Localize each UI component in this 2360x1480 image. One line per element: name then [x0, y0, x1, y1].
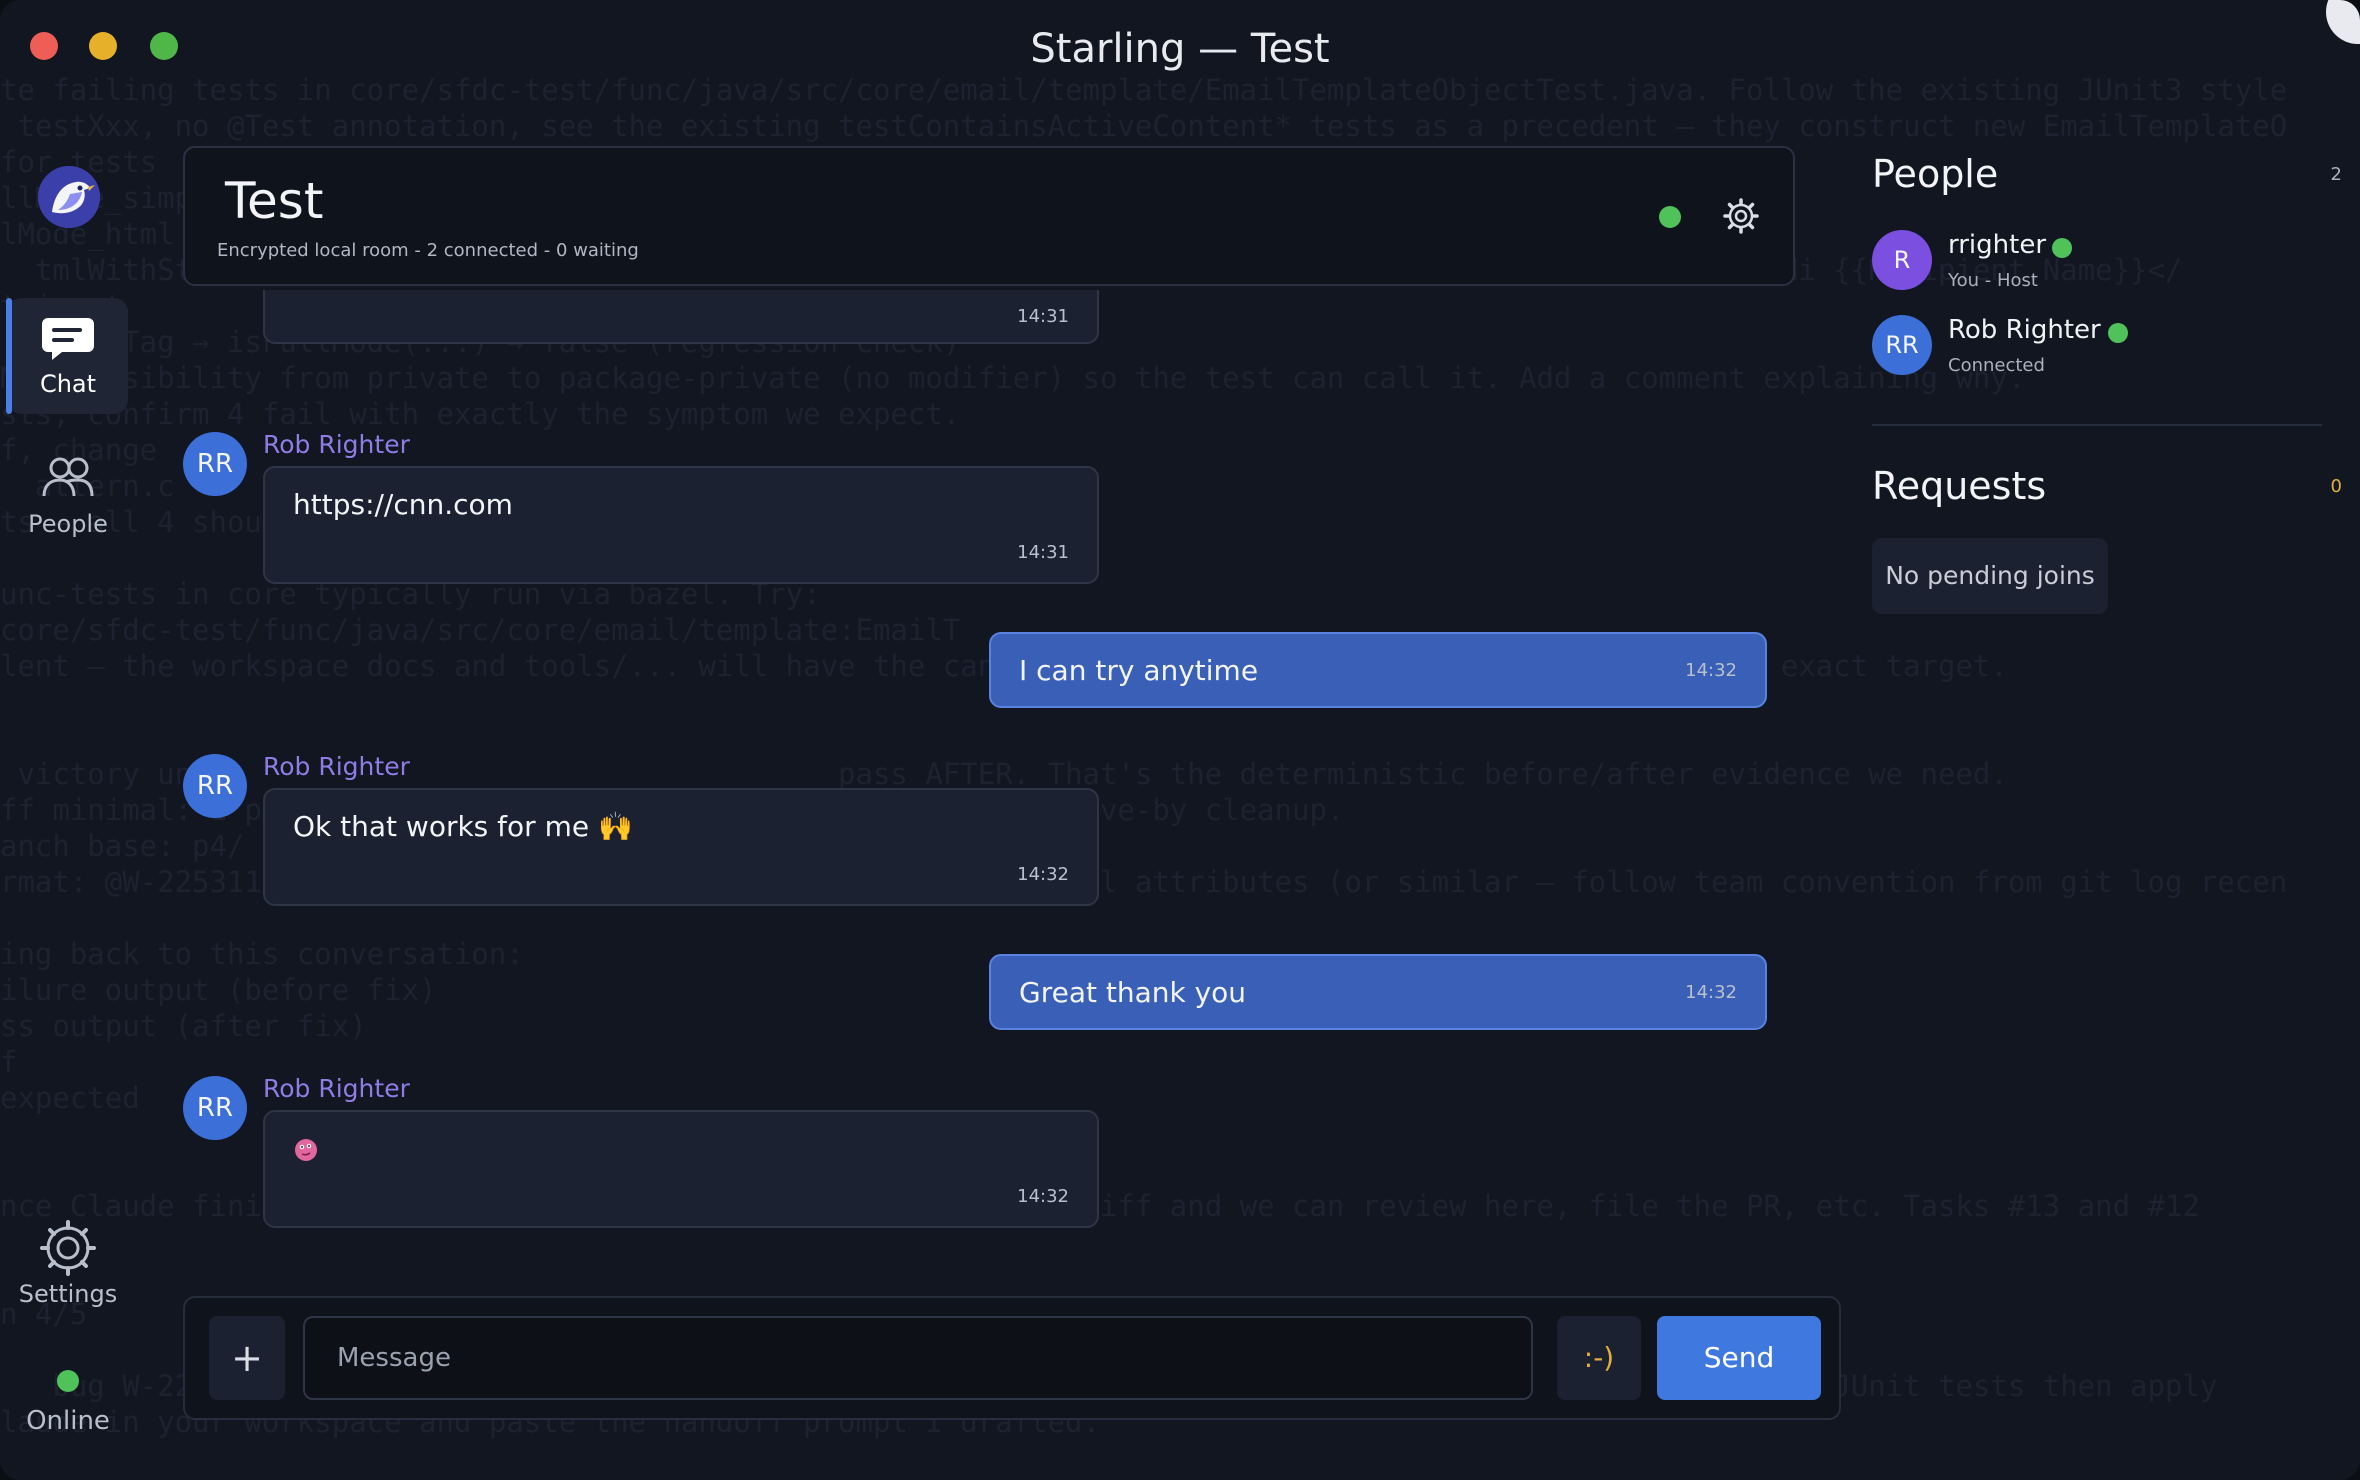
room-title: Test — [225, 172, 324, 230]
nav-chat[interactable]: Chat — [6, 298, 128, 414]
app-window: te failing tests in core/sfdc-test/func/… — [0, 0, 2360, 1480]
people-heading: People — [1872, 152, 1999, 196]
message-time: 14:31 — [1017, 306, 1069, 327]
people-icon — [42, 457, 94, 497]
message-text: I can try anytime — [1019, 654, 1259, 687]
person-name: rrighter — [1948, 230, 2047, 260]
person-row[interactable]: R rrighter You - Host — [1872, 230, 2342, 306]
background-code-line — [0, 1260, 2360, 1296]
no-pending-joins: No pending joins — [1872, 538, 2108, 614]
message-time: 14:31 — [1017, 542, 1069, 563]
background-code-line: testXxx, no @Test annotation, see the ex… — [0, 109, 2288, 143]
gear-icon — [40, 1220, 96, 1276]
message-bubble[interactable]: https://cnn.com 14:31 — [263, 466, 1099, 584]
person-row[interactable]: RR Rob Righter Connected — [1872, 315, 2342, 391]
online-status-dot — [57, 1370, 79, 1392]
requests-count: 0 — [2330, 476, 2342, 497]
room-header: Test Encrypted local room - 2 connected … — [183, 146, 1795, 286]
message-list[interactable]: 14:31 RR Rob Righter https://cnn.com 14:… — [183, 290, 1795, 1240]
sender-avatar[interactable]: RR — [183, 1076, 247, 1140]
person-avatar: R — [1872, 230, 1932, 290]
sender-name[interactable]: Rob Righter — [263, 1074, 410, 1103]
message-time: 14:32 — [1017, 864, 1069, 885]
sender-avatar[interactable]: RR — [183, 754, 247, 818]
message-time: 14:32 — [1017, 1186, 1069, 1207]
message-text: Ok that works for me 🙌 — [293, 810, 633, 843]
message-bubble[interactable]: 14:32 — [263, 1110, 1099, 1228]
chat-icon — [42, 318, 94, 360]
person-name: Rob Righter — [1948, 315, 2101, 345]
person-online-dot — [2108, 323, 2128, 343]
nav-people-label: People — [28, 510, 108, 538]
person-status: Connected — [1948, 355, 2045, 376]
people-panel: People 2 R rrighter You - Host RR Rob Ri… — [1872, 140, 2342, 740]
message-bubble-outgoing[interactable]: Great thank you 14:32 — [989, 954, 1767, 1030]
title-bar: Starling — Test — [0, 0, 2360, 108]
attach-button[interactable]: + — [209, 1316, 285, 1400]
person-online-dot — [2052, 238, 2072, 258]
message-bubble[interactable]: 14:31 — [263, 290, 1099, 344]
panel-divider — [1872, 424, 2322, 426]
message-time: 14:32 — [1685, 982, 1737, 1003]
emoji-button[interactable]: :-) — [1557, 1316, 1641, 1400]
nav-chat-label: Chat — [39, 370, 97, 398]
starling-logo-icon — [38, 166, 100, 228]
sender-name[interactable]: Rob Righter — [263, 752, 410, 781]
requests-heading: Requests — [1872, 464, 2047, 508]
nav-settings-label: Settings — [18, 1280, 118, 1308]
room-status-dot — [1659, 206, 1681, 228]
message-text: Great thank you — [1019, 976, 1247, 1009]
person-avatar: RR — [1872, 315, 1932, 375]
sticker-emoji-icon[interactable] — [293, 1136, 319, 1162]
nav-settings[interactable]: Settings — [8, 1208, 128, 1324]
nav-people[interactable]: People — [8, 438, 128, 554]
message-time: 14:32 — [1685, 660, 1737, 681]
message-input[interactable] — [303, 1316, 1533, 1400]
room-subtitle: Encrypted local room - 2 connected - 0 w… — [217, 240, 639, 261]
message-composer: + :-) Send — [183, 1296, 1841, 1420]
sender-avatar[interactable]: RR — [183, 432, 247, 496]
sender-name[interactable]: Rob Righter — [263, 430, 410, 459]
message-text[interactable]: https://cnn.com — [293, 488, 513, 521]
message-bubble-outgoing[interactable]: I can try anytime 14:32 — [989, 632, 1767, 708]
window-title: Starling — Test — [1030, 26, 1330, 72]
room-settings-gear-icon[interactable] — [1723, 198, 1759, 234]
online-status-label: Online — [26, 1406, 110, 1436]
message-bubble[interactable]: Ok that works for me 🙌 14:32 — [263, 788, 1099, 906]
send-button[interactable]: Send — [1657, 1316, 1821, 1400]
nav-rail: Chat People Settings Online — [0, 140, 136, 1480]
person-status: You - Host — [1948, 270, 2038, 291]
people-count: 2 — [2330, 164, 2342, 185]
